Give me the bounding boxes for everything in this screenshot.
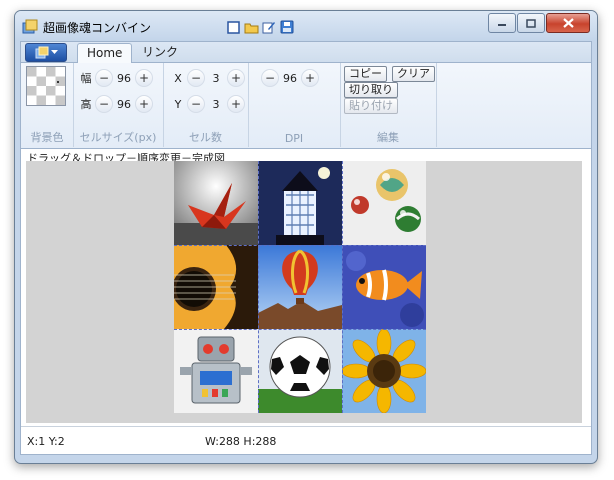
- cell-width-label: 幅: [80, 72, 92, 85]
- cell-count-x-label: X: [174, 71, 182, 85]
- ribbon-groups: 背景色 幅 − 96 + 高 − 96 + セルサイズ(px) X − 3 + …: [21, 63, 591, 148]
- group-label-edit: 編集: [377, 131, 399, 144]
- tile-clownfish[interactable]: [342, 245, 426, 329]
- dpi-decrement-button[interactable]: −: [261, 69, 279, 87]
- quick-access-toolbar: [225, 19, 295, 35]
- grid-line-vertical: [258, 161, 259, 413]
- copy-button[interactable]: コピー: [344, 66, 387, 82]
- group-background-color: 背景色: [21, 63, 74, 147]
- cell-count-x-decrement-button[interactable]: −: [187, 69, 205, 87]
- tile-guitar[interactable]: [174, 245, 258, 329]
- cell-width-control: 幅 − 96 +: [79, 69, 153, 87]
- tile-marbles[interactable]: [342, 161, 426, 245]
- cell-width-increment-button[interactable]: +: [135, 69, 153, 87]
- cell-width-value[interactable]: 96: [115, 72, 133, 85]
- cut-button[interactable]: 切り取り: [344, 82, 398, 98]
- title-bar: 超画像魂コンバイン: [15, 11, 597, 41]
- status-image-size: W:288 H:288: [205, 435, 277, 448]
- tab-home[interactable]: Home: [77, 43, 133, 63]
- ribbon: Home リンク 背景色 幅 − 96 + 高 − 96 + セルサイズ(px)…: [20, 41, 592, 149]
- group-label-background-color: 背景色: [30, 131, 64, 144]
- cell-height-control: 高 − 96 +: [79, 95, 153, 113]
- grid-line-horizontal: [174, 329, 426, 330]
- app-menu-icon: [35, 46, 48, 59]
- tile-origami-crane[interactable]: [174, 161, 258, 245]
- window-title: 超画像魂コンバイン: [43, 21, 152, 35]
- app-icon: [22, 19, 38, 34]
- cell-count-x-value[interactable]: 3: [207, 72, 225, 85]
- paste-button[interactable]: 貼り付け: [344, 98, 398, 114]
- ribbon-tab-row: Home リンク: [21, 42, 591, 63]
- caption-buttons: [488, 13, 590, 33]
- edit-icon[interactable]: [261, 19, 277, 35]
- save-icon[interactable]: [279, 19, 295, 35]
- cell-count-x-control: X − 3 +: [171, 69, 245, 87]
- dpi-value[interactable]: 96: [281, 72, 299, 85]
- close-button[interactable]: [546, 13, 590, 33]
- dpi-increment-button[interactable]: +: [301, 69, 319, 87]
- tile-grid: [174, 161, 426, 413]
- folder-icon[interactable]: [243, 19, 259, 35]
- image-canvas[interactable]: [26, 161, 582, 423]
- cell-width-decrement-button[interactable]: −: [95, 69, 113, 87]
- cell-count-y-increment-button[interactable]: +: [227, 95, 245, 113]
- grid-line-vertical: [342, 161, 343, 413]
- clear-button[interactable]: クリア: [392, 66, 435, 82]
- cell-count-y-value[interactable]: 3: [207, 98, 225, 111]
- app-window: 超画像魂コンバイン Home リンク 背景色 幅 − 96 + 高 − 96 +…: [14, 10, 598, 464]
- tile-sunflower[interactable]: [342, 329, 426, 413]
- group-label-cell-count: セル数: [189, 131, 222, 144]
- tab-link[interactable]: リンク: [133, 43, 187, 62]
- group-label-dpi: DPI: [284, 132, 304, 145]
- cell-count-x-increment-button[interactable]: +: [227, 69, 245, 87]
- cell-height-decrement-button[interactable]: −: [95, 95, 113, 113]
- cell-count-y-decrement-button[interactable]: −: [187, 95, 205, 113]
- grid-line-horizontal: [174, 245, 426, 246]
- status-bar: X:1 Y:2 W:288 H:288: [21, 426, 591, 453]
- tile-soccer-ball[interactable]: [258, 329, 342, 413]
- tile-lighthouse[interactable]: [258, 161, 342, 245]
- content-panel: ドラッグ＆ドロップ－順序変更－完成図 X:1 Y:2 W:288 H:288: [20, 148, 592, 455]
- background-color-swatch[interactable]: [26, 66, 66, 106]
- application-menu-button[interactable]: [25, 43, 67, 62]
- dpi-control: − 96 +: [261, 69, 319, 87]
- cell-height-value[interactable]: 96: [115, 98, 133, 111]
- cell-count-y-control: Y − 3 +: [171, 95, 245, 113]
- minimize-button[interactable]: [488, 13, 516, 33]
- group-cell-size: 幅 − 96 + 高 − 96 + セルサイズ(px): [73, 63, 164, 147]
- square-icon[interactable]: [225, 19, 241, 35]
- group-edit: コピー クリア 切り取り 貼り付け 編集: [340, 63, 437, 147]
- cell-count-y-label: Y: [174, 97, 182, 111]
- group-dpi: − 96 + DPI: [248, 63, 341, 147]
- group-cell-count: X − 3 + Y − 3 + セル数: [163, 63, 249, 147]
- tile-hot-air-balloon[interactable]: [258, 245, 342, 329]
- cell-height-increment-button[interactable]: +: [135, 95, 153, 113]
- cell-height-label: 高: [80, 98, 92, 111]
- group-label-cell-size: セルサイズ(px): [79, 131, 157, 144]
- status-cell-position: X:1 Y:2: [27, 435, 65, 448]
- chevron-down-icon: [50, 50, 58, 54]
- tile-robot-toy[interactable]: [174, 329, 258, 413]
- maximize-button[interactable]: [517, 13, 545, 33]
